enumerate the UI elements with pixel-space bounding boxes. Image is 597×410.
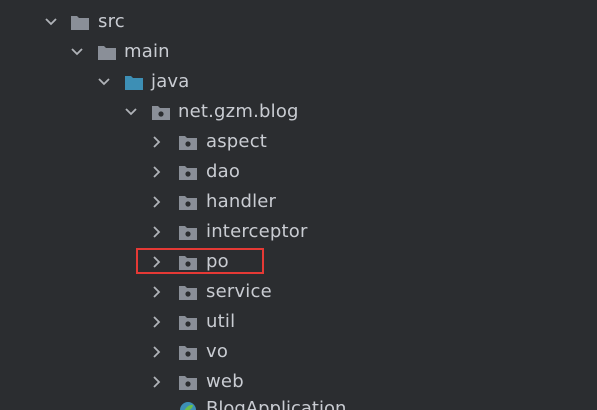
chevron-down-icon[interactable]	[124, 105, 138, 119]
package-icon	[178, 133, 198, 151]
package-icon	[151, 103, 171, 121]
main-class-label[interactable]: BlogApplication	[206, 396, 346, 410]
chevron-right-icon[interactable]	[150, 135, 164, 149]
tree-node-package-po[interactable]: po	[0, 247, 597, 277]
tree-node-label: dao	[206, 161, 241, 182]
tree-node-java[interactable]: java	[0, 67, 597, 97]
package-icon	[178, 193, 198, 211]
chevron-right-icon[interactable]	[150, 315, 164, 329]
project-tree: src main java net.gzm.blog aspect dao ha…	[0, 0, 597, 410]
chevron-right-icon[interactable]	[150, 165, 164, 179]
tree-node-label: interceptor	[206, 221, 308, 242]
package-icon	[178, 253, 198, 271]
package-icon	[178, 343, 198, 361]
tree-node-package[interactable]: dao	[0, 157, 597, 187]
tree-node-label: src	[98, 11, 125, 32]
tree-node-label: web	[206, 371, 244, 392]
tree-node-package[interactable]: handler	[0, 187, 597, 217]
tree-node-label: util	[206, 311, 236, 332]
tree-node-label: main	[124, 41, 170, 62]
tree-node-label: vo	[206, 341, 229, 362]
tree-node-label: handler	[206, 191, 277, 212]
source-root-folder-icon	[124, 73, 144, 91]
chevron-down-icon[interactable]	[70, 45, 84, 59]
chevron-right-icon[interactable]	[150, 225, 164, 239]
package-icon	[178, 313, 198, 331]
folder-icon	[97, 43, 117, 61]
tree-node-package[interactable]: interceptor	[0, 217, 597, 247]
tree-node-package-root[interactable]: net.gzm.blog	[0, 97, 597, 127]
package-icon	[178, 373, 198, 391]
chevron-down-icon[interactable]	[44, 15, 58, 29]
tree-node-label: net.gzm.blog	[178, 101, 299, 122]
chevron-right-icon[interactable]	[150, 195, 164, 209]
tree-node-label: java	[151, 71, 190, 92]
tree-node-src[interactable]: src	[0, 7, 597, 37]
tree-node-package[interactable]: vo	[0, 337, 597, 367]
folder-icon	[70, 13, 90, 31]
tree-node-label: service	[206, 281, 272, 302]
package-icon	[178, 283, 198, 301]
chevron-right-icon[interactable]	[150, 345, 164, 359]
chevron-right-icon[interactable]	[150, 285, 164, 299]
tree-node-label: aspect	[206, 131, 268, 152]
package-icon	[178, 163, 198, 181]
tree-node-main[interactable]: main	[0, 37, 597, 67]
chevron-down-icon[interactable]	[97, 75, 111, 89]
tree-node-package[interactable]: aspect	[0, 127, 597, 157]
tree-node-package[interactable]: util	[0, 307, 597, 337]
tree-node-package[interactable]: web	[0, 367, 597, 397]
chevron-right-icon[interactable]	[150, 375, 164, 389]
spring-boot-class-icon	[178, 400, 198, 410]
tree-node-package[interactable]: service	[0, 277, 597, 307]
package-icon	[178, 223, 198, 241]
chevron-right-icon[interactable]	[150, 255, 164, 269]
tree-node-label: po	[206, 251, 229, 272]
